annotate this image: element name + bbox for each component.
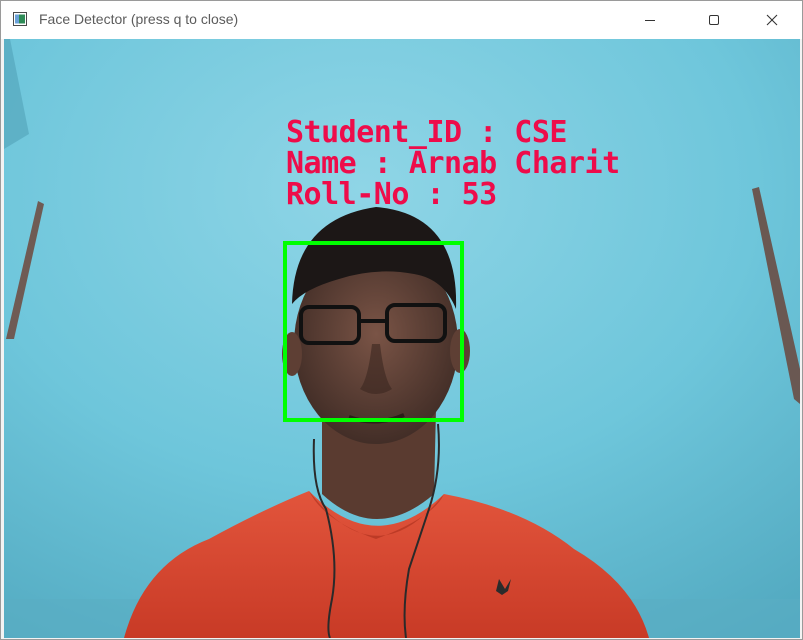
student-id-label: Student_ID : CSE bbox=[286, 115, 567, 150]
app-icon bbox=[13, 12, 27, 26]
close-icon bbox=[766, 14, 778, 26]
window-title: Face Detector (press q to close) bbox=[39, 11, 239, 27]
maximize-icon bbox=[709, 15, 719, 25]
roll-no-label: Roll-No : 53 bbox=[286, 177, 497, 212]
student-name-label: Name : Arnab Charit bbox=[286, 146, 620, 181]
minimize-button[interactable] bbox=[627, 1, 673, 39]
maximize-button[interactable] bbox=[691, 1, 737, 39]
title-bar[interactable]: Face Detector (press q to close) bbox=[1, 1, 802, 39]
webcam-feed: Student_ID : CSE Name : Arnab Charit Rol… bbox=[4, 39, 800, 638]
face-detector-window: Face Detector (press q to close) Student… bbox=[0, 0, 803, 640]
close-button[interactable] bbox=[749, 1, 795, 39]
minimize-icon bbox=[645, 20, 655, 21]
